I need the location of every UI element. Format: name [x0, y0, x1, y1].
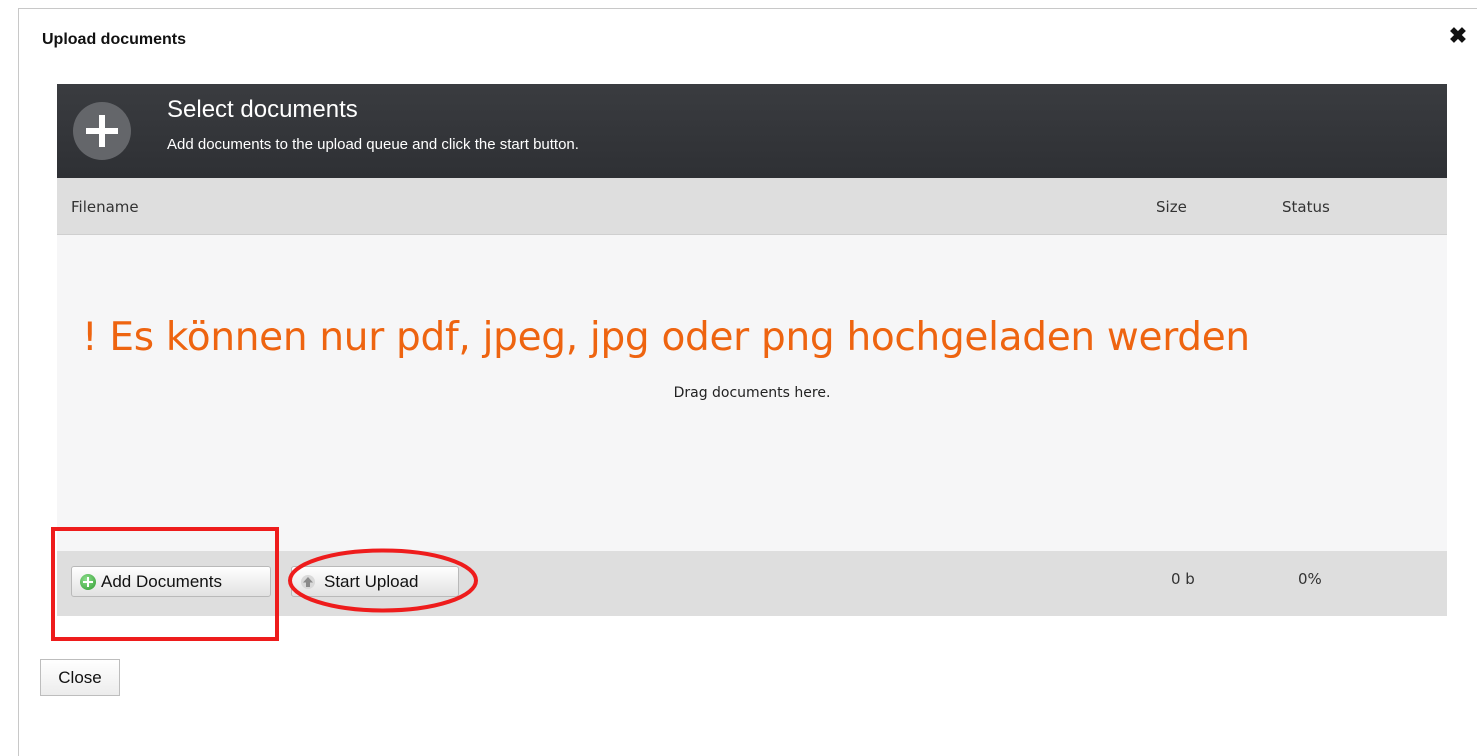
page: Upload documents ✖ Select documents Add … [0, 0, 1477, 756]
total-percent: 0% [1298, 570, 1322, 588]
column-filename: Filename [71, 198, 139, 216]
header-title: Select documents [167, 96, 358, 123]
dialog-title: Upload documents [42, 31, 187, 48]
header-subtitle: Add documents to the upload queue and cl… [167, 136, 579, 153]
close-button[interactable]: Close [40, 659, 120, 696]
drag-hint: Drag documents here. [673, 385, 831, 401]
column-size: Size [1156, 198, 1187, 216]
file-list-header: Filename Size Status [57, 178, 1447, 235]
annotation-ellipse [288, 548, 478, 613]
file-type-warning: ! Es können nur pdf, jpeg, jpg oder png … [82, 315, 1250, 360]
column-status: Status [1282, 198, 1330, 216]
close-icon[interactable]: ✖ [1447, 25, 1469, 47]
drop-zone[interactable]: ! Es können nur pdf, jpeg, jpg oder png … [57, 235, 1447, 551]
total-size: 0 b [1171, 570, 1195, 588]
uploader-header: Select documents Add documents to the up… [57, 84, 1447, 178]
plus-icon [73, 102, 131, 160]
annotation-rectangle [51, 527, 279, 641]
